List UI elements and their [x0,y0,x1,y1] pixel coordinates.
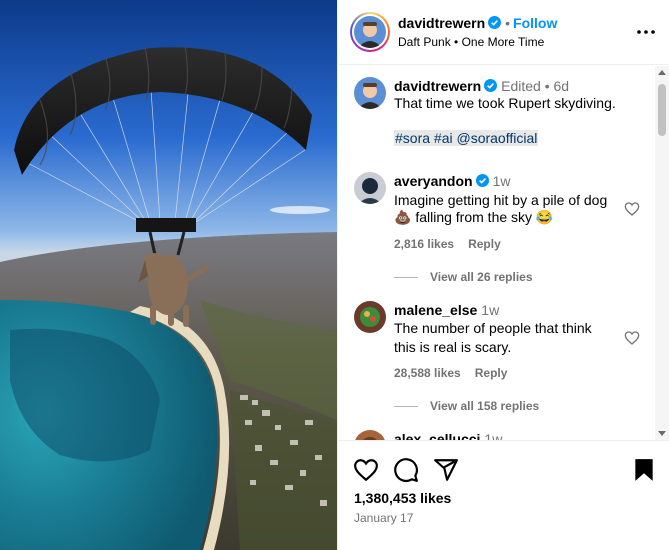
comment-text-line: this is real is scary. [394,339,512,355]
view-replies-button[interactable]: View all 26 replies [394,270,533,284]
comment-username[interactable]: malene_else [394,302,477,318]
reply-button[interactable]: Reply [468,237,501,251]
caption-tags-line: #sora #ai @soraofficial [394,129,539,148]
caption-text: That time we took Rupert skydiving. [394,95,616,111]
heart-icon[interactable] [624,201,640,217]
comment-avatar[interactable] [354,301,386,333]
caption-avatar[interactable] [354,77,386,109]
reply-button[interactable]: Reply [475,366,508,380]
heart-icon[interactable] [353,457,379,483]
header-username[interactable]: davidtrewern [398,15,485,31]
heart-icon[interactable] [624,330,640,346]
scroll-down-arrow[interactable] [658,431,666,436]
comment-meta: 2,816 likes Reply [394,237,515,251]
scroll-thumb[interactable] [658,84,666,136]
comment-username[interactable]: alex_cellucci [394,431,480,440]
comment-username[interactable]: averyandon [394,173,473,189]
post-date[interactable]: January 17 [354,511,413,525]
caption-edited: Edited • 6d [501,78,570,94]
header-username-line: davidtrewern • Follow [398,15,558,31]
audio-label[interactable]: Daft Punk • One More Time [398,35,544,49]
verified-badge-icon [475,174,489,187]
verified-badge-icon [488,16,502,29]
comment-text-line: 💩 falling from the sky 😂 [394,209,554,225]
caption-tags[interactable]: #sora #ai @soraofficial [394,130,539,146]
post-header: davidtrewern • Follow Daft Punk • One More… [338,0,669,65]
comment-time: 1w [492,173,511,189]
comments-scrollbar[interactable] [655,66,669,440]
follow-button[interactable]: Follow [513,15,557,31]
verified-badge-icon [484,79,498,92]
comment-header: alex_cellucci 1w [394,431,502,440]
scroll-up-arrow[interactable] [658,70,666,75]
comment-header: averyandon 1w [394,173,511,191]
comment-time: 1w [484,431,503,440]
comment-icon[interactable] [393,457,419,483]
comment-meta: 28,588 likes Reply [394,366,521,380]
likes-count[interactable]: 1,380,453 likes [354,490,451,506]
bookmark-icon[interactable] [631,457,657,483]
comment-likes[interactable]: 28,588 likes [394,366,461,380]
comment-likes[interactable]: 2,816 likes [394,237,454,251]
story-ring[interactable] [350,12,390,52]
share-icon[interactable] [433,457,459,483]
skydiving-photo [0,0,337,550]
comment-header: malene_else 1w [394,302,499,320]
post-media[interactable] [0,0,337,550]
avatar [354,16,386,48]
comment-text-line: The number of people that think [394,320,592,336]
comment-time: 1w [481,302,500,318]
post-actions: 1,380,453 likes January 17 [338,440,669,550]
view-replies-button[interactable]: View all 158 replies [394,399,539,413]
comment-avatar[interactable] [354,430,386,440]
comments-list[interactable]: davidtrewern Edited • 6d That time we too… [338,66,669,440]
more-options-icon[interactable] [636,22,656,42]
comment-avatar[interactable] [354,172,386,204]
post-detail-panel: davidtrewern • Follow Daft Punk • One More… [337,0,669,550]
caption-username[interactable]: davidtrewern [394,78,481,94]
